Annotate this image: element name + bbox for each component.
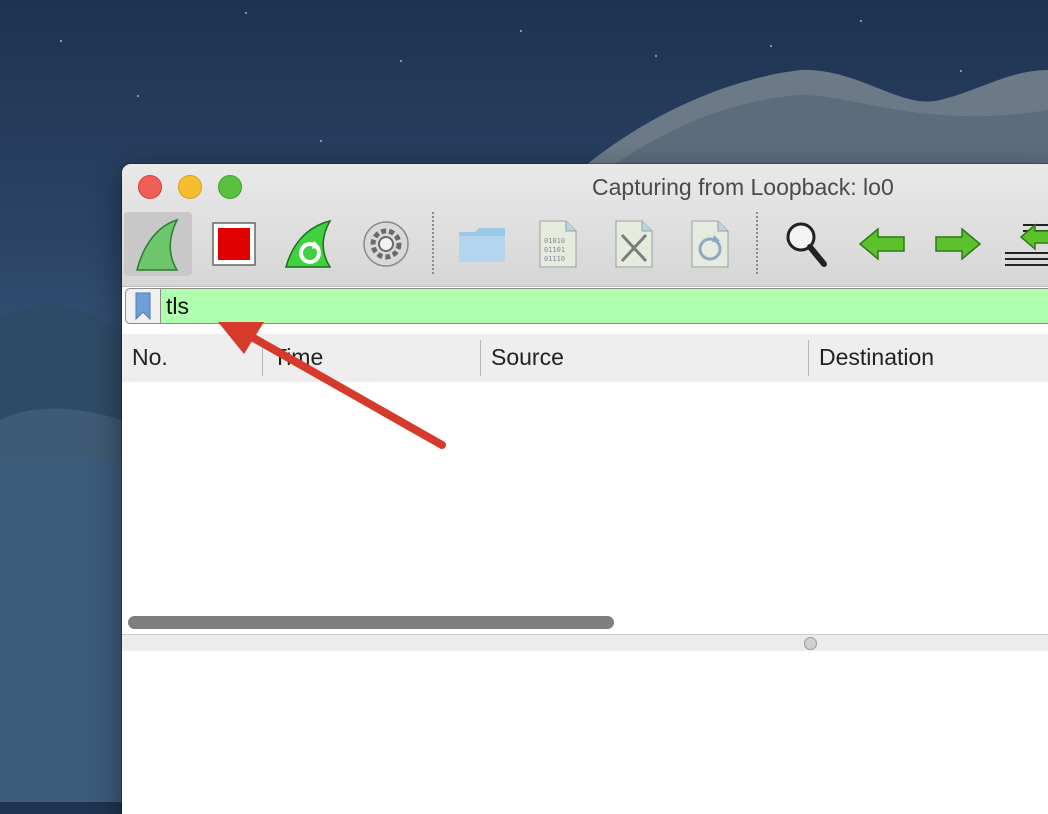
column-header-source[interactable]: Source [481,334,808,382]
arrow-left-icon [858,227,905,261]
shark-fin-icon [136,218,179,271]
svg-text:01010: 01010 [544,237,565,245]
close-file-button[interactable] [600,212,668,276]
restart-capture-button[interactable] [276,212,344,276]
display-filter-input[interactable] [166,289,1046,323]
column-header-time[interactable]: Time [263,334,480,382]
start-capture-button[interactable] [124,212,192,276]
shark-fin-restart-icon [285,219,332,268]
binary-file-icon: 01010 01101 01110 [539,220,577,268]
svg-text:01101: 01101 [544,246,565,254]
close-file-icon [615,220,653,268]
main-toolbar: 01010 01101 01110 [122,208,1048,280]
minimize-window-button[interactable] [178,175,202,199]
arrow-right-icon [935,227,982,261]
go-forward-button[interactable] [924,212,992,276]
svg-text:01110: 01110 [544,255,565,263]
column-header-destination[interactable]: Destination [809,334,1048,382]
toolbar-separator [756,212,758,274]
packet-details-pane[interactable] [122,651,1048,814]
toolbar-separator [432,212,434,274]
column-header-no[interactable]: No. [122,334,262,382]
bookmark-icon [135,292,151,320]
title-bar: Capturing from Loopback: lo0 01010 01101… [122,164,1048,287]
window-title: Capturing from Loopback: lo0 [592,174,894,200]
arrow-list-icon [1005,223,1048,266]
zoom-window-button[interactable] [218,175,242,199]
wireshark-window: Capturing from Loopback: lo0 01010 01101… [122,164,1048,814]
filter-bookmark-button[interactable] [126,289,161,323]
go-to-packet-button[interactable] [994,212,1048,276]
save-file-button[interactable]: 01010 01101 01110 [524,212,592,276]
gear-icon [363,221,409,267]
stop-capture-button[interactable] [200,212,268,276]
open-file-button[interactable] [448,212,516,276]
stop-square-icon [212,222,256,266]
go-back-button[interactable] [848,212,916,276]
close-window-button[interactable] [138,175,162,199]
folder-icon [459,228,505,262]
magnifier-icon [786,222,827,267]
reload-file-icon [691,220,729,268]
packet-list-header: No. Time Source Destination [122,334,1048,383]
find-packet-button[interactable] [772,212,840,276]
pane-splitter[interactable] [122,634,1048,652]
capture-options-button[interactable] [352,212,420,276]
display-filter-bar [125,288,1048,324]
horizontal-scrollbar[interactable] [128,616,614,629]
splitter-handle[interactable] [804,637,817,650]
reload-file-button[interactable] [676,212,744,276]
packet-list[interactable] [122,382,1048,632]
